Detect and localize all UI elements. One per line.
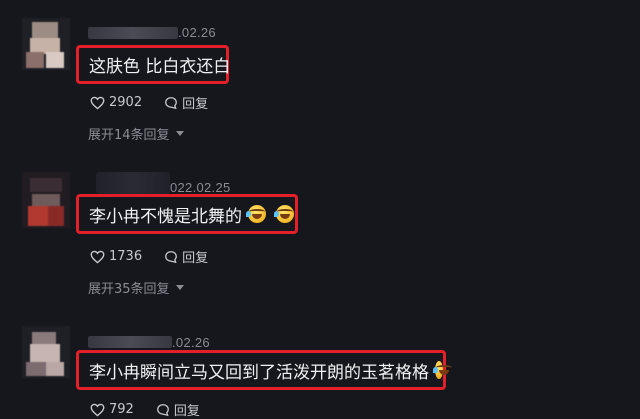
like-button[interactable]: 792 [90, 402, 134, 417]
username[interactable] [96, 172, 170, 194]
avatar[interactable] [22, 326, 70, 378]
avatar[interactable] [22, 172, 70, 228]
expand-replies-label: 展开35条回复 [88, 282, 170, 297]
comment-date: .02.26 [172, 335, 210, 350]
reply-button[interactable]: 回复 [164, 93, 208, 112]
like-count: 2902 [109, 95, 143, 110]
comment-actions: 792 回复 [90, 400, 222, 419]
laughing-tears-emoji-icon [433, 361, 452, 379]
like-button[interactable]: 1736 [90, 249, 142, 264]
heart-icon [90, 403, 105, 417]
reply-button[interactable]: 回复 [164, 247, 208, 266]
reply-label: 回复 [182, 251, 209, 266]
heart-icon [90, 96, 105, 110]
comment-text: 这肤色 比白衣还白 [89, 57, 231, 77]
expand-replies-button[interactable]: 展开35条回复 [88, 278, 184, 297]
reply-label: 回复 [182, 97, 209, 112]
comment-actions: 1736 回复 [90, 247, 230, 266]
like-count: 792 [109, 402, 134, 417]
laughing-tears-emoji-icon [274, 205, 294, 223]
laughing-tears-emoji-icon [246, 205, 266, 223]
comment-date: .02.26 [178, 25, 216, 40]
speech-bubble-icon [165, 250, 177, 263]
comment-date: 022.02.25 [170, 180, 231, 195]
speech-bubble-icon [165, 96, 177, 109]
reply-button[interactable]: 回复 [156, 400, 200, 419]
comment-text: 李小冉瞬间立马又回到了活泼开朗的玉茗格格 [89, 362, 429, 383]
comment-actions: 2902 回复 [90, 93, 230, 112]
avatar[interactable] [22, 18, 70, 70]
comment-text: 李小冉不愧是北舞的 [89, 206, 242, 227]
reply-label: 回复 [173, 404, 200, 419]
expand-replies-label: 展开14条回复 [88, 128, 170, 143]
expand-replies-button[interactable]: 展开14条回复 [88, 124, 184, 143]
heart-icon [90, 250, 105, 264]
comment-text-highlight: 这肤色 比白衣还白 [76, 45, 231, 84]
speech-bubble-icon [156, 403, 169, 416]
username[interactable] [88, 336, 172, 348]
comment-text-highlight: 李小冉瞬间立马又回到了活泼开朗的玉茗格格 [76, 350, 452, 390]
comment-text-highlight: 李小冉不愧是北舞的 [76, 194, 298, 234]
username[interactable] [88, 27, 178, 39]
like-count: 1736 [109, 249, 143, 264]
caret-down-icon [175, 131, 184, 136]
like-button[interactable]: 2902 [90, 95, 142, 110]
caret-down-icon [175, 285, 184, 290]
